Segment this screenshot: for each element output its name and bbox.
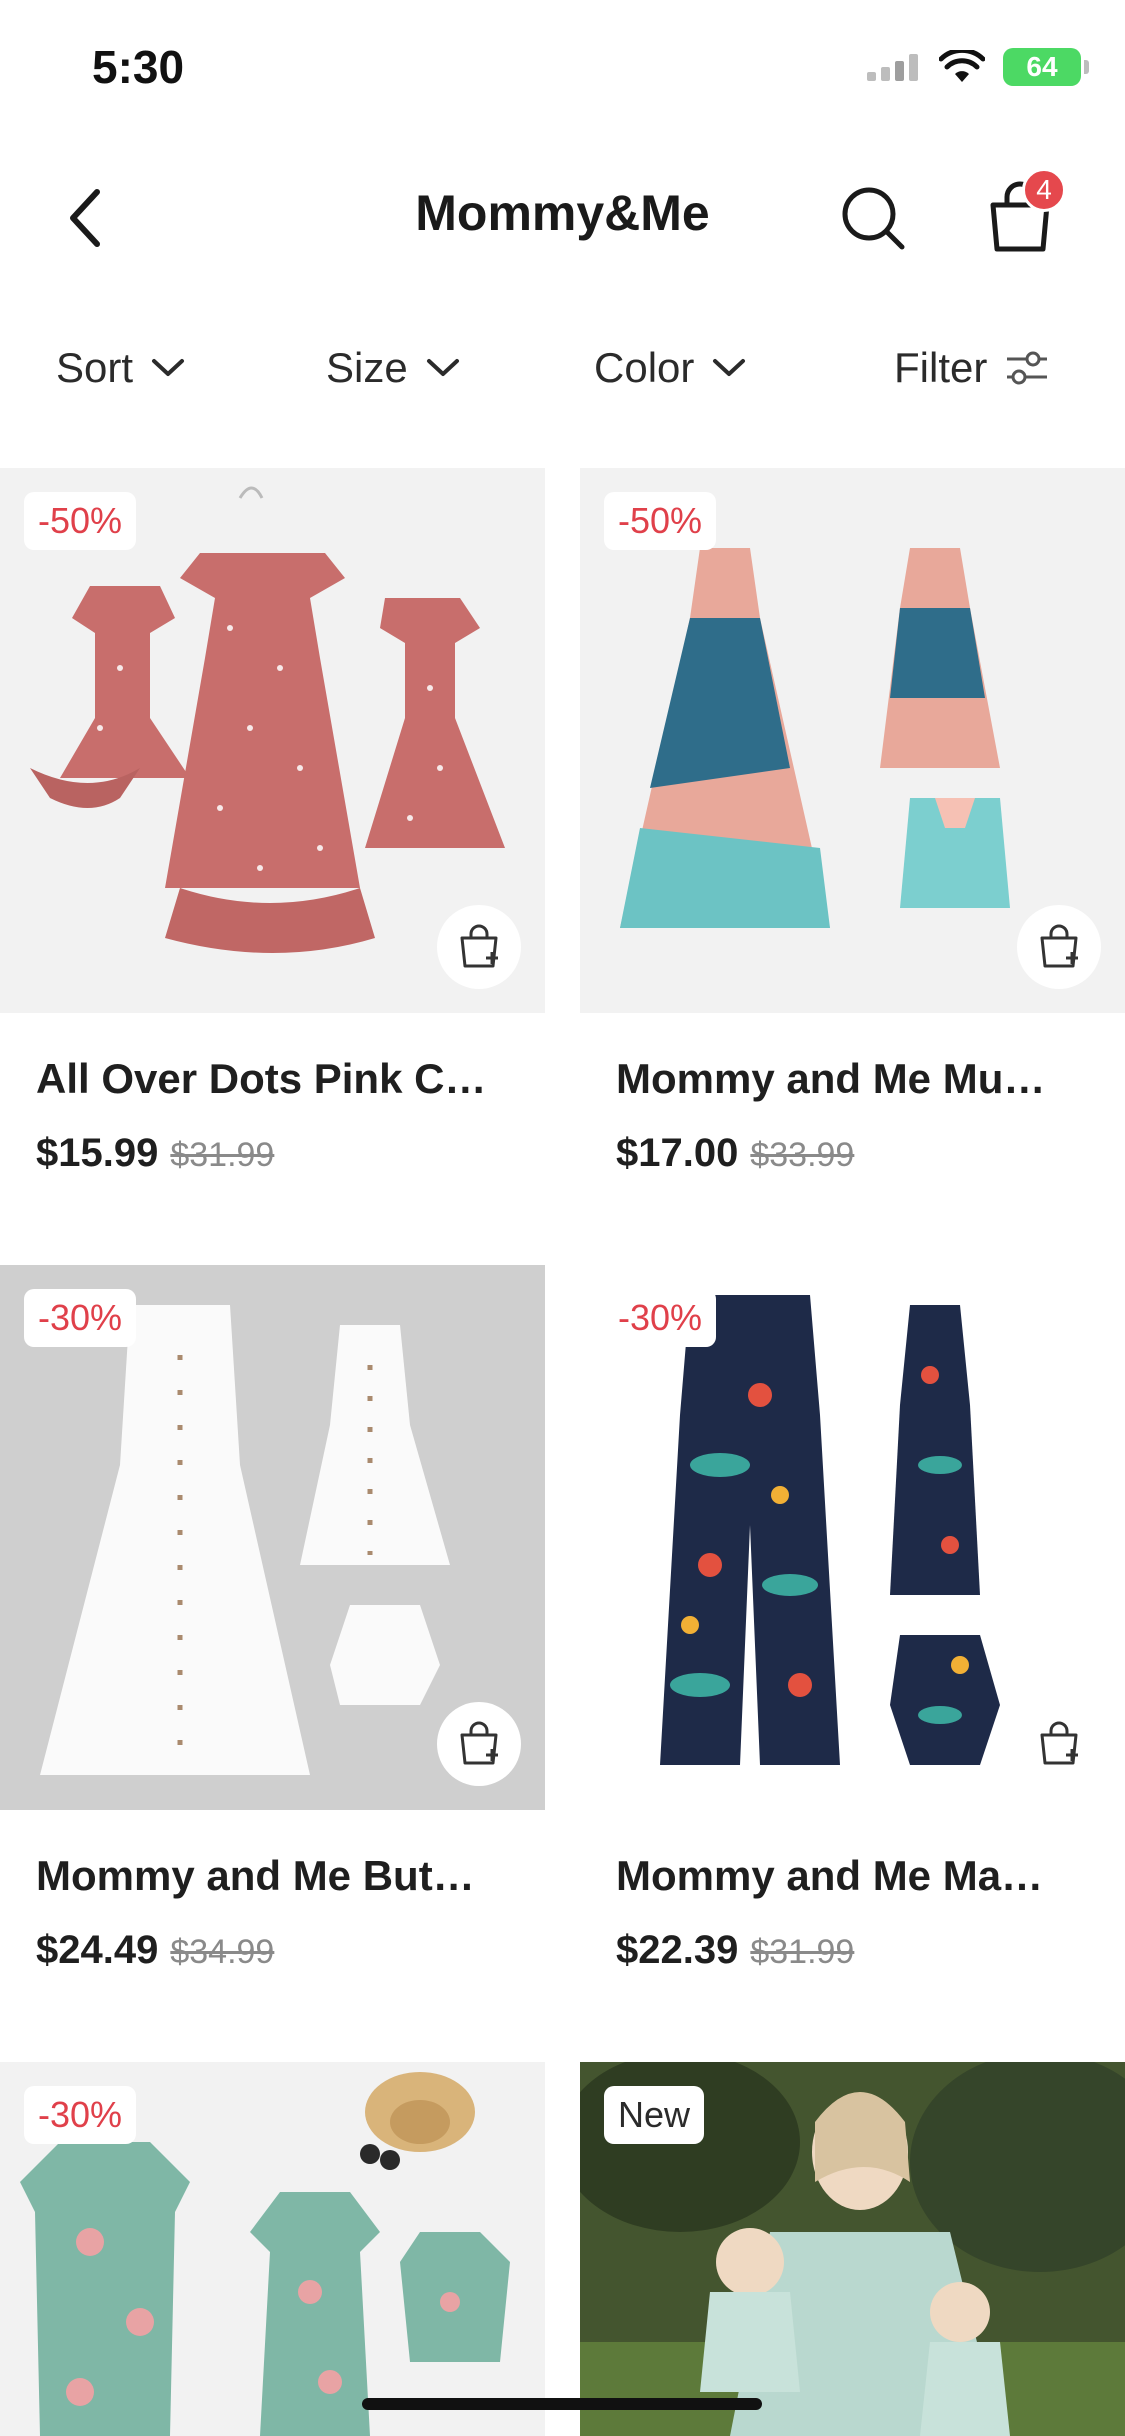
add-to-cart-button[interactable] xyxy=(1017,905,1101,989)
bag-plus-icon xyxy=(460,924,498,968)
product-card[interactable]: -30% Mommy and Me But… $24.49 $34.99 xyxy=(0,1265,545,1973)
price-row: $15.99 $31.99 xyxy=(0,1131,545,1176)
product-name[interactable]: Mommy and Me Ma… xyxy=(580,1852,1125,1900)
add-to-cart-button[interactable] xyxy=(437,905,521,989)
bag-plus-icon xyxy=(1040,1721,1078,1765)
sort-label: Sort xyxy=(56,344,134,391)
price-row: $22.39 $31.99 xyxy=(580,1928,1125,1973)
product-image[interactable]: -30% xyxy=(0,1265,545,1810)
product-card[interactable]: -30% xyxy=(0,2062,545,2436)
product-name[interactable]: All Over Dots Pink C… xyxy=(0,1055,545,1103)
discount-tag: -30% xyxy=(24,1289,137,1347)
product-card[interactable]: New xyxy=(580,2062,1125,2436)
product-card[interactable]: -50% Mommy and Me Mu… $17.00 $33.99 xyxy=(580,468,1125,1176)
price-row: $24.49 $34.99 xyxy=(0,1928,545,1973)
product-image[interactable]: -30% xyxy=(580,1265,1125,1810)
color-dropdown[interactable]: Color xyxy=(594,344,746,392)
sale-price: $15.99 xyxy=(36,1131,159,1175)
product-name[interactable]: Mommy and Me But… xyxy=(0,1852,545,1900)
cart-button[interactable]: 4 xyxy=(980,168,1066,262)
sale-price: $17.00 xyxy=(616,1131,739,1175)
original-price: $31.99 xyxy=(170,1136,275,1174)
filter-bar: Sort Size Color Filter xyxy=(0,330,1125,410)
wifi-icon xyxy=(939,50,985,82)
original-price: $34.99 xyxy=(170,1933,275,1971)
cart-count-badge: 4 xyxy=(1022,168,1066,212)
product-name[interactable]: Mommy and Me Mu… xyxy=(580,1055,1125,1103)
status-bar: 5:30 64 xyxy=(0,0,1125,140)
discount-tag: -50% xyxy=(604,492,717,550)
discount-tag: -30% xyxy=(24,2086,137,2144)
discount-tag: -30% xyxy=(604,1289,717,1347)
size-label: Size xyxy=(326,344,408,391)
sale-price: $22.39 xyxy=(616,1928,739,1972)
add-to-cart-button[interactable] xyxy=(1017,1702,1101,1786)
battery-icon: 64 xyxy=(1003,48,1089,86)
original-price: $33.99 xyxy=(750,1136,855,1174)
original-price: $31.99 xyxy=(750,1933,855,1971)
home-indicator[interactable] xyxy=(362,2398,762,2410)
sliders-icon xyxy=(1007,351,1048,385)
bag-plus-icon xyxy=(1040,924,1078,968)
discount-tag: -50% xyxy=(24,492,137,550)
battery-level: 64 xyxy=(1026,51,1058,82)
price-row: $17.00 $33.99 xyxy=(580,1131,1125,1176)
search-icon xyxy=(842,187,905,250)
bag-plus-icon xyxy=(460,1721,498,1765)
filter-button[interactable]: Filter xyxy=(894,344,1049,392)
chevron-down-icon xyxy=(713,359,746,376)
chevron-down-icon xyxy=(152,359,185,376)
chevron-down-icon xyxy=(426,359,459,376)
color-label: Color xyxy=(594,344,695,391)
search-button[interactable] xyxy=(838,178,908,258)
add-to-cart-button[interactable] xyxy=(437,1702,521,1786)
filter-label: Filter xyxy=(894,344,988,391)
nav-header: Mommy&Me 4 xyxy=(0,150,1125,280)
size-dropdown[interactable]: Size xyxy=(326,344,460,392)
product-image[interactable]: -50% xyxy=(0,468,545,1013)
new-tag: New xyxy=(604,2086,705,2144)
status-time: 5:30 xyxy=(92,41,185,93)
product-image[interactable]: -30% xyxy=(0,2062,545,2436)
sort-dropdown[interactable]: Sort xyxy=(56,344,185,392)
product-image[interactable]: New xyxy=(580,2062,1125,2436)
product-card[interactable]: -50% All Over Dots Pink C… $15.99 $31.99 xyxy=(0,468,545,1176)
cellular-signal-icon xyxy=(867,54,918,81)
status-icons: 64 xyxy=(865,48,1089,86)
page-title: Mommy&Me xyxy=(415,185,710,241)
product-card[interactable]: -30% Mommy and Me Ma… $22.39 $31.99 xyxy=(580,1265,1125,1973)
product-image[interactable]: -50% xyxy=(580,468,1125,1013)
sale-price: $24.49 xyxy=(36,1928,159,1972)
